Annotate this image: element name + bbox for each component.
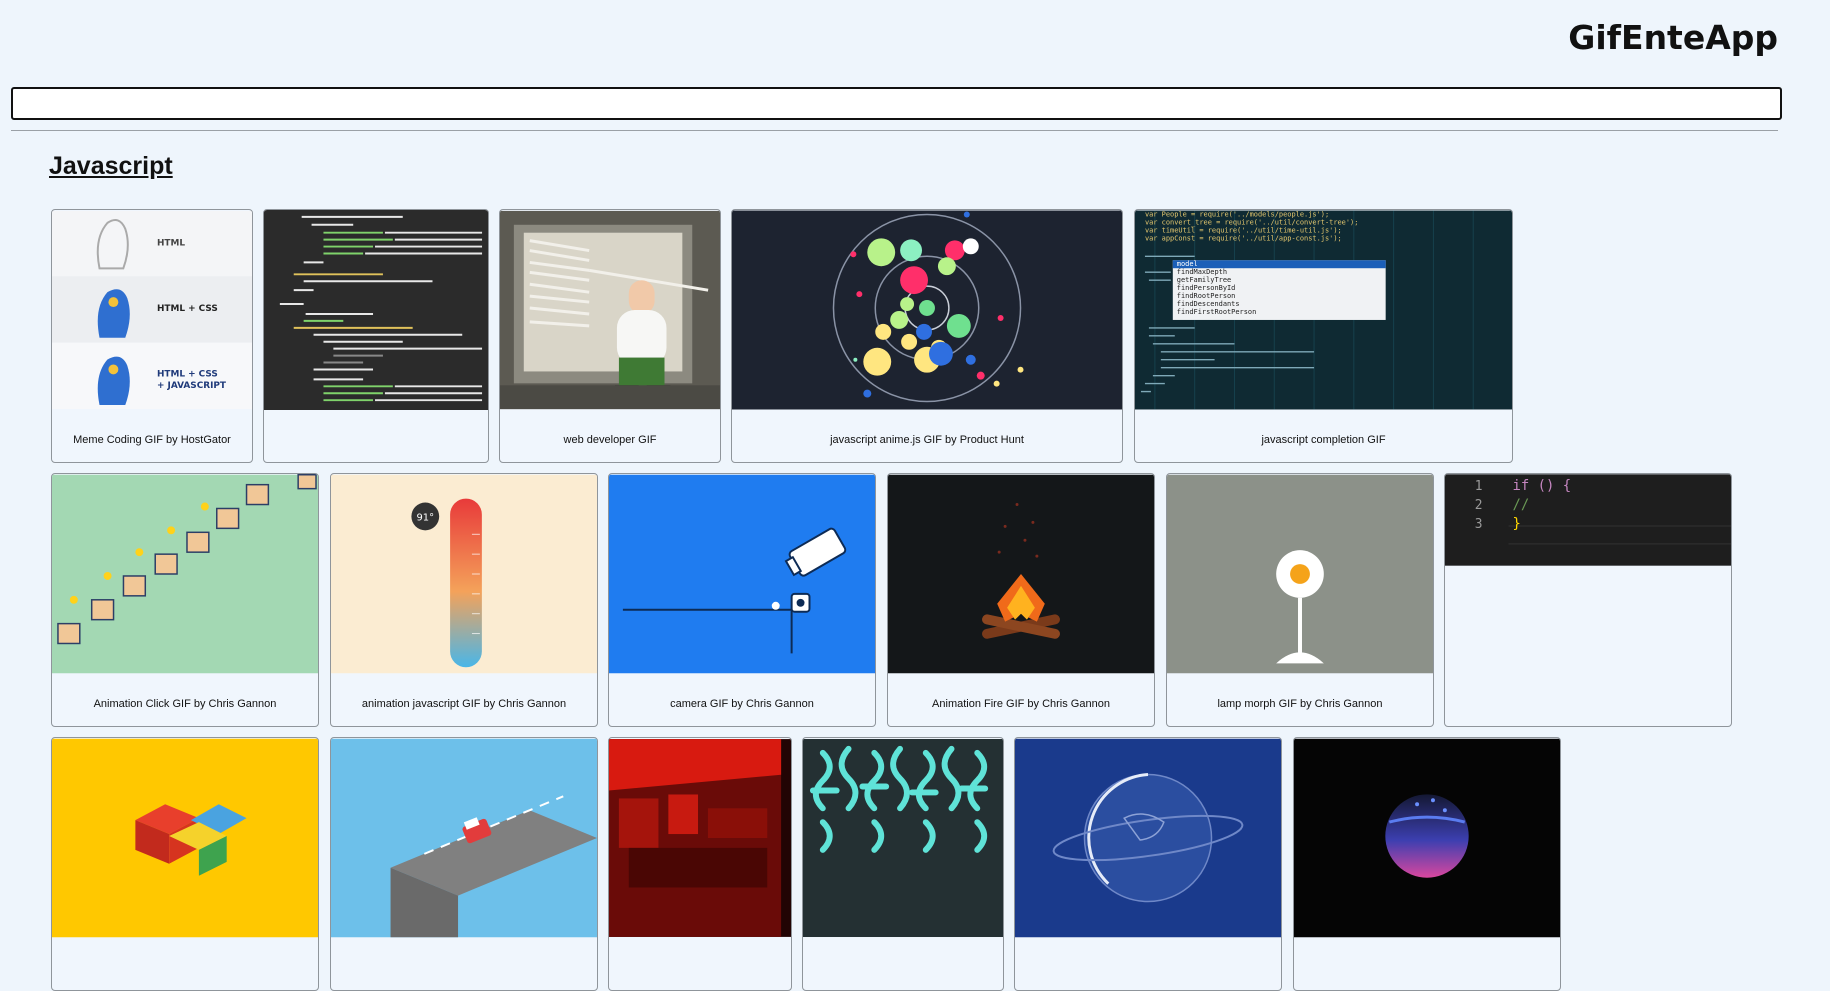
gif-card[interactable] xyxy=(1014,737,1282,991)
thumb-label: + JAVASCRIPT xyxy=(157,381,227,391)
gif-card[interactable] xyxy=(802,737,1004,991)
line-number: 2 xyxy=(1475,498,1483,513)
gif-image xyxy=(609,474,875,674)
gif-card[interactable]: Animation Fire GIF by Chris Gannon xyxy=(887,473,1155,727)
gif-image xyxy=(264,210,488,410)
gif-image: 1 2 3 if () { // } xyxy=(1445,474,1731,566)
code-line: var appConst = require('../util/app-cons… xyxy=(1145,234,1342,242)
code-line: var People = require('../models/people.j… xyxy=(1145,210,1329,218)
gif-card[interactable] xyxy=(608,737,792,991)
menu-item: findRootPerson xyxy=(1177,292,1236,300)
divider xyxy=(11,130,1778,131)
gif-caption: lamp morph GIF by Chris Gannon xyxy=(1217,698,1383,710)
gif-image xyxy=(52,474,318,674)
gif-image xyxy=(331,738,597,938)
code-line: } xyxy=(1513,516,1521,532)
gif-image xyxy=(1015,738,1281,938)
menu-item: model xyxy=(1177,260,1198,268)
gif-card[interactable]: web developer GIF xyxy=(499,209,721,463)
gif-image xyxy=(888,474,1154,674)
app-title: GifEnteApp xyxy=(1568,18,1778,57)
gif-caption: Meme Coding GIF by HostGator xyxy=(73,434,231,446)
code-line: var convert_tree = require('../util/conv… xyxy=(1145,218,1359,226)
thumb-label: HTML + CSS xyxy=(157,304,218,314)
gif-image: HTML HTML + CSS HTML + CSS + JAVASCRIPT xyxy=(52,210,252,410)
gif-card[interactable] xyxy=(263,209,489,463)
gif-image xyxy=(500,210,720,410)
gif-card[interactable]: lamp morph GIF by Chris Gannon xyxy=(1166,473,1434,727)
gif-card[interactable]: 91° animation javascript GIF by Chris Ga… xyxy=(330,473,598,727)
thumb-label: HTML xyxy=(157,239,185,249)
menu-item: findFirstRootPerson xyxy=(1177,308,1257,316)
gif-image: 91° xyxy=(331,474,597,674)
gif-card[interactable]: HTML HTML + CSS HTML + CSS + JAVASCRIPT … xyxy=(51,209,253,463)
gif-card[interactable] xyxy=(1293,737,1561,991)
gif-image xyxy=(52,738,318,938)
gif-caption: camera GIF by Chris Gannon xyxy=(670,698,814,710)
menu-item: findMaxDepth xyxy=(1177,268,1227,276)
menu-item: getFamilyTree xyxy=(1177,276,1231,284)
gif-card[interactable]: camera GIF by Chris Gannon xyxy=(608,473,876,727)
gif-image xyxy=(609,738,791,938)
gif-caption: Animation Click GIF by Chris Gannon xyxy=(93,698,277,710)
code-line: var timeUtil = require('../util/time-uti… xyxy=(1145,226,1342,234)
code-line: // xyxy=(1513,497,1530,513)
gif-image: var People = require('../models/people.j… xyxy=(1135,210,1512,410)
category-title: Javascript xyxy=(49,152,173,180)
gif-caption: web developer GIF xyxy=(563,434,657,446)
gif-card[interactable]: Animation Click GIF by Chris Gannon xyxy=(51,473,319,727)
gif-image xyxy=(1294,738,1560,938)
gif-caption: javascript completion GIF xyxy=(1261,434,1386,446)
temperature-label: 91° xyxy=(417,512,435,523)
gif-image xyxy=(1167,474,1433,674)
gif-card[interactable] xyxy=(51,737,319,991)
thumb-label: HTML + CSS xyxy=(157,369,218,379)
search-input[interactable] xyxy=(11,87,1782,120)
code-line: if () { xyxy=(1513,478,1572,494)
gif-image xyxy=(803,738,1003,938)
gif-card[interactable]: javascript anime.js GIF by Product Hunt xyxy=(731,209,1123,463)
gif-image xyxy=(732,210,1122,410)
line-number: 3 xyxy=(1475,517,1483,532)
menu-item: findDescendants xyxy=(1177,300,1240,308)
menu-item: findPersonById xyxy=(1177,284,1236,292)
gif-caption: javascript anime.js GIF by Product Hunt xyxy=(830,434,1024,446)
gif-caption: animation javascript GIF by Chris Gannon xyxy=(361,698,567,710)
gif-card[interactable]: 1 2 3 if () { // } xyxy=(1444,473,1732,727)
gif-card[interactable] xyxy=(330,737,598,991)
gif-card[interactable]: var People = require('../models/people.j… xyxy=(1134,209,1513,463)
gif-caption: Animation Fire GIF by Chris Gannon xyxy=(932,698,1110,710)
line-number: 1 xyxy=(1475,479,1483,494)
